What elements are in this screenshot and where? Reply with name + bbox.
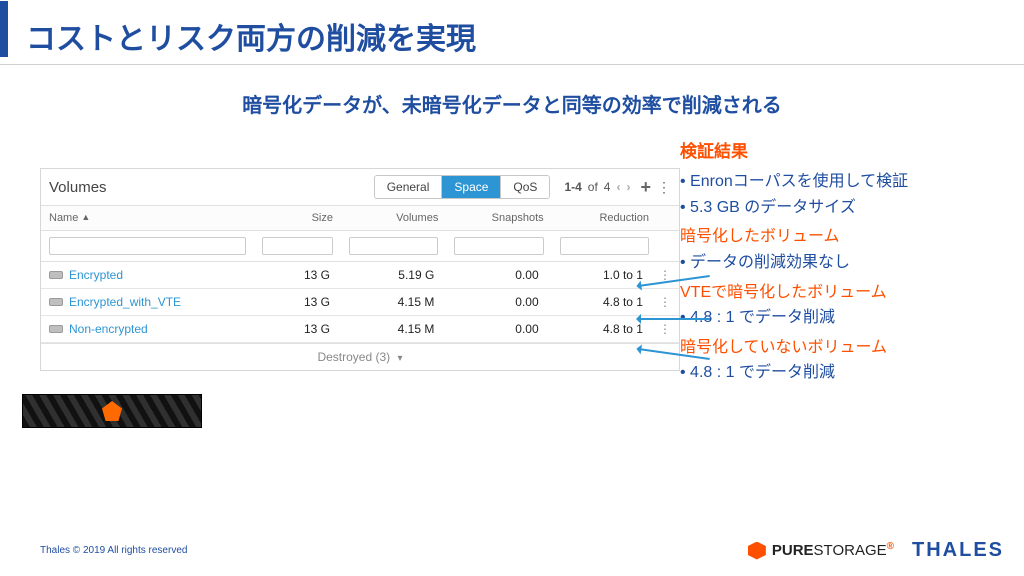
filter-reduction[interactable]: [560, 237, 649, 255]
list-item: 4.8 : 1 でデータ削減: [680, 305, 1004, 331]
list-item: 5.3 GB のデータサイズ: [680, 195, 1004, 221]
filter-name[interactable]: [49, 237, 246, 255]
slide-title-wrap: コストとリスク両方の削減を実現: [0, 0, 1024, 58]
panel-menu[interactable]: ⋮: [657, 179, 671, 196]
notes-heading: 検証結果: [680, 138, 1004, 165]
group2-list: 4.8 : 1 でデータ削減: [680, 305, 1004, 331]
brand-purestorage: PURESTORAGE®: [748, 542, 894, 560]
row-volumes: 4.15 M: [338, 316, 442, 342]
tab-space[interactable]: Space ↖: [442, 176, 501, 198]
volumes-table-wrap: Volumes General Space ↖ QoS 1-4 of 4 ‹ ›: [40, 168, 680, 390]
tab-qos[interactable]: QoS: [501, 176, 549, 198]
col-actions: [657, 206, 679, 230]
pager-total: 4: [604, 180, 611, 194]
row-snapshots: 0.00: [442, 289, 546, 315]
tab-general[interactable]: General: [375, 176, 443, 198]
row-snapshots: 0.00: [442, 262, 546, 288]
destroyed-section[interactable]: Destroyed (3) ▾: [41, 343, 679, 370]
group1-title: 暗号化したボリューム: [680, 224, 1004, 250]
row-volumes: 5.19 G: [338, 262, 442, 288]
slide-title: コストとリスク両方の削減を実現: [26, 0, 476, 58]
row-name[interactable]: Encrypted_with_VTE: [41, 289, 251, 315]
col-name[interactable]: Name ▲: [41, 206, 254, 230]
sort-asc-icon: ▲: [81, 212, 90, 222]
row-volumes: 4.15 M: [338, 289, 442, 315]
add-button[interactable]: +: [640, 177, 651, 198]
volume-icon: [49, 298, 63, 306]
table-row: Encrypted 13 G 5.19 G 0.00 1.0 to 1 ⋮: [41, 262, 679, 289]
pager-next[interactable]: ›: [626, 180, 630, 194]
chevron-down-icon: ▾: [398, 353, 403, 364]
table-row: Encrypted_with_VTE 13 G 4.15 M 0.00 4.8 …: [41, 289, 679, 316]
pager-prev[interactable]: ‹: [616, 180, 620, 194]
col-volumes[interactable]: Volumes: [341, 206, 446, 230]
group2-title: VTEで暗号化したボリューム: [680, 280, 1004, 306]
volume-icon: [49, 271, 63, 279]
tab-space-label: Space: [454, 180, 488, 194]
arrow-row2: [638, 318, 710, 320]
list-item: データの削減効果なし: [680, 250, 1004, 276]
row-reduction: 4.8 to 1: [547, 289, 651, 315]
row-snapshots: 0.00: [442, 316, 546, 342]
footer-brands: PURESTORAGE® THALES: [748, 539, 1004, 562]
list-item: Enronコーパスを使用して検証: [680, 169, 1004, 195]
volumes-header: Volumes General Space ↖ QoS 1-4 of 4 ‹ ›: [41, 169, 679, 206]
column-headers: Name ▲ Size Volumes Snapshots Reduction: [41, 206, 679, 231]
content-area: Volumes General Space ↖ QoS 1-4 of 4 ‹ ›: [0, 168, 1024, 390]
purestorage-device-image: [22, 394, 202, 428]
col-snapshots[interactable]: Snapshots: [446, 206, 551, 230]
notes-panel: 検証結果 Enronコーパスを使用して検証 5.3 GB のデータサイズ 暗号化…: [680, 138, 1024, 390]
volume-icon: [49, 325, 63, 333]
title-divider: [0, 64, 1024, 65]
slide-subtitle: 暗号化データが、未暗号化データと同等の効率で削減される: [0, 89, 1024, 118]
group3-list: 4.8 : 1 でデータ削減: [680, 360, 1004, 386]
purestorage-logo-icon: [102, 401, 122, 421]
filter-snapshots[interactable]: [454, 237, 543, 255]
group3-title: 暗号化していないボリューム: [680, 335, 1004, 361]
col-size[interactable]: Size: [254, 206, 341, 230]
column-filters: [41, 231, 679, 262]
pager: 1-4 of 4 ‹ ›: [564, 180, 630, 194]
volumes-title: Volumes: [49, 179, 167, 196]
filter-size[interactable]: [262, 237, 333, 255]
footer: Thales © 2019 All rights reserved PUREST…: [40, 539, 1004, 562]
group1-list: データの削減効果なし: [680, 250, 1004, 276]
pager-of: of: [588, 180, 598, 194]
row-size: 13 G: [251, 289, 338, 315]
list-item: 4.8 : 1 でデータ削減: [680, 360, 1004, 386]
registered-icon: ®: [887, 541, 894, 552]
filter-volumes[interactable]: [349, 237, 438, 255]
volumes-panel: Volumes General Space ↖ QoS 1-4 of 4 ‹ ›: [40, 168, 680, 371]
pager-range: 1-4: [564, 180, 581, 194]
row-name[interactable]: Encrypted: [41, 262, 251, 288]
row-name[interactable]: Non-encrypted: [41, 316, 251, 342]
brand-thales: THALES: [912, 539, 1004, 562]
row-menu[interactable]: ⋮: [651, 289, 679, 315]
title-accent-bar: [0, 1, 8, 57]
copyright: Thales © 2019 All rights reserved: [40, 545, 187, 556]
row-size: 13 G: [251, 262, 338, 288]
notes-top-list: Enronコーパスを使用して検証 5.3 GB のデータサイズ: [680, 169, 1004, 220]
row-size: 13 G: [251, 316, 338, 342]
cursor-icon: ↖: [467, 195, 476, 199]
col-reduction[interactable]: Reduction: [552, 206, 657, 230]
purestorage-hex-icon: [748, 542, 766, 560]
table-row: Non-encrypted 13 G 4.15 M 0.00 4.8 to 1 …: [41, 316, 679, 343]
tab-group: General Space ↖ QoS: [374, 175, 551, 199]
